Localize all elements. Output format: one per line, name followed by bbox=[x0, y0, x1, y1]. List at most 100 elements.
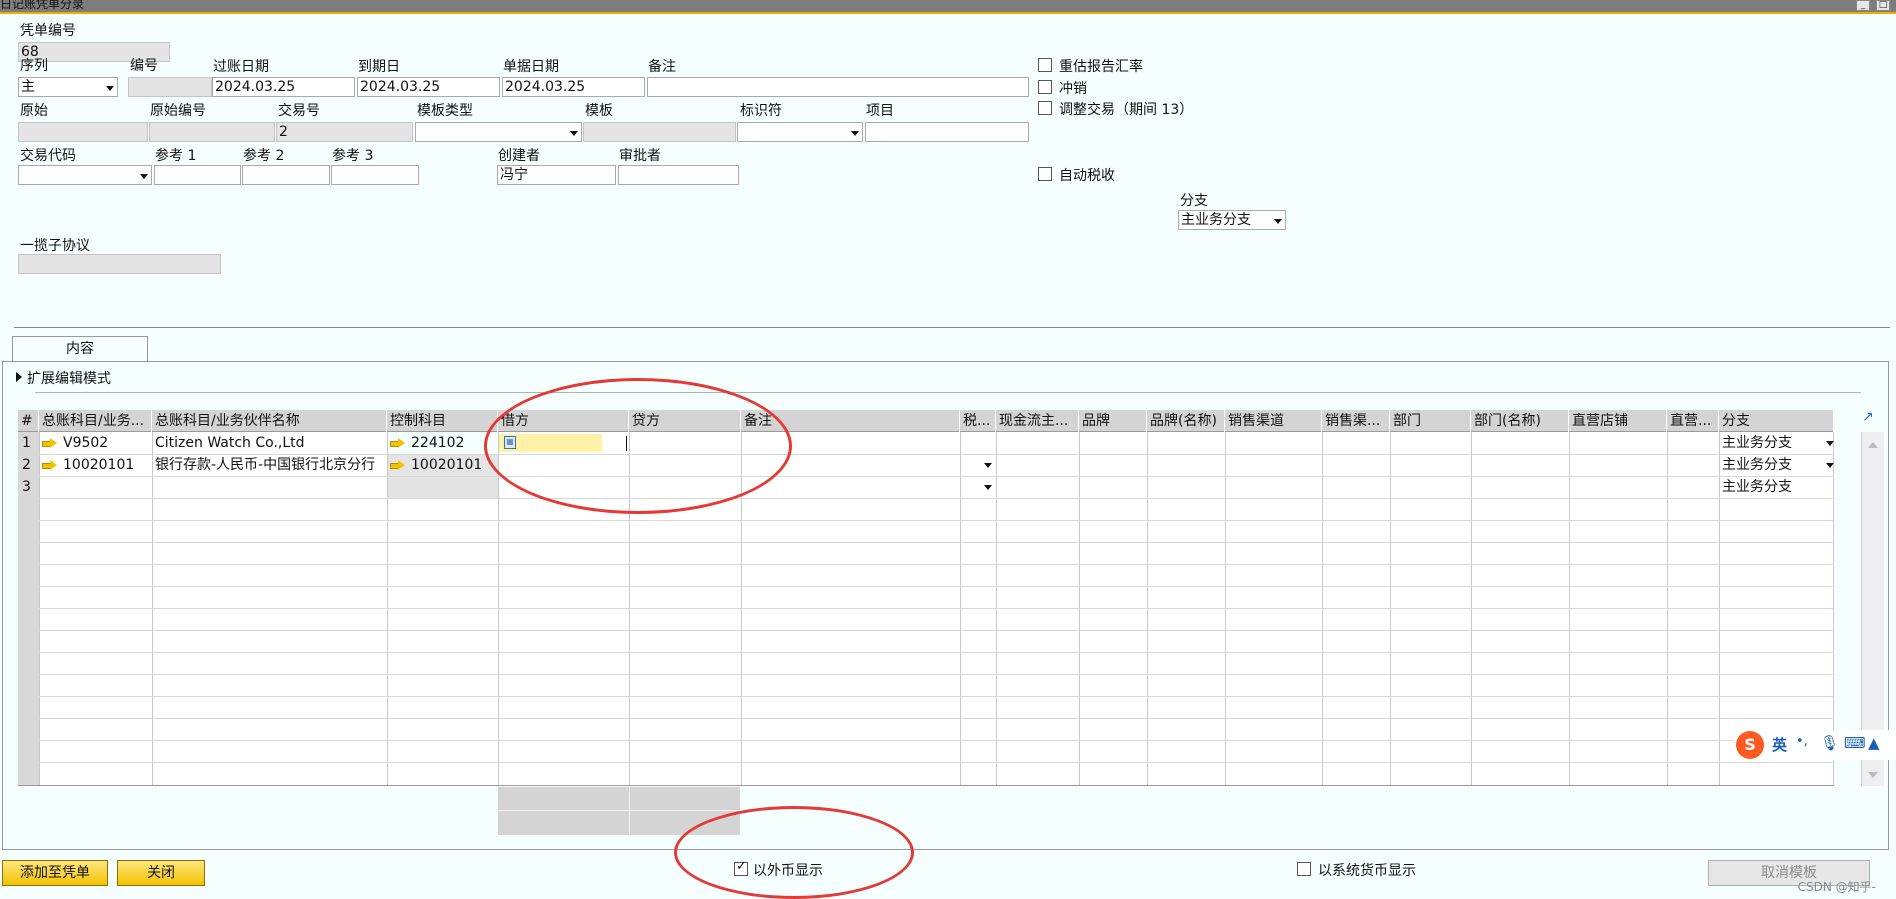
blanket-label: 一揽子协议 bbox=[20, 238, 90, 254]
table-row-control[interactable]: 224102 bbox=[390, 432, 464, 454]
col-header[interactable]: 直营店铺 bbox=[1569, 410, 1667, 432]
chevron-down-icon[interactable] bbox=[1826, 463, 1834, 468]
minimize-icon[interactable]: _ bbox=[1856, 0, 1870, 11]
scroll-up-icon[interactable] bbox=[1868, 442, 1878, 448]
row-number: 2 bbox=[22, 457, 31, 473]
col-header[interactable]: 控制科目 bbox=[387, 410, 498, 432]
link-arrow-icon[interactable] bbox=[390, 438, 405, 448]
col-header[interactable]: 品牌 bbox=[1079, 410, 1147, 432]
origin-no-field bbox=[149, 122, 275, 142]
chevron-down-icon[interactable] bbox=[984, 485, 992, 490]
add-to-voucher-button[interactable]: 添加至凭单 bbox=[2, 860, 108, 886]
journal-grid: # 总账科目/业务... 总账科目/业务伙伴名称 控制科目 借方 贷方 备注 税… bbox=[18, 410, 1834, 786]
link-arrow-icon[interactable] bbox=[42, 438, 57, 448]
posting-date-field[interactable]: 2024.03.25 bbox=[212, 77, 355, 97]
ref2-field[interactable] bbox=[242, 165, 330, 185]
section-separator bbox=[14, 327, 1890, 328]
table-row-branch[interactable]: 主业务分支 bbox=[1722, 454, 1792, 476]
origin-field bbox=[18, 122, 148, 142]
doc-date-field[interactable]: 2024.03.25 bbox=[502, 77, 645, 97]
branch-label: 分支 bbox=[1180, 193, 1208, 209]
chevron-down-icon[interactable] bbox=[1826, 441, 1834, 446]
link-arrow-icon[interactable] bbox=[42, 460, 57, 470]
template-label: 模板 bbox=[585, 103, 613, 119]
ref1-field[interactable] bbox=[154, 165, 241, 185]
project-field[interactable] bbox=[865, 122, 1029, 142]
col-header[interactable]: 总账科目/业务... bbox=[39, 410, 152, 432]
template-type-select[interactable] bbox=[415, 122, 582, 142]
trans-code-select[interactable] bbox=[18, 165, 152, 185]
revalue-checkbox[interactable] bbox=[1038, 58, 1052, 72]
creator-label: 创建者 bbox=[498, 148, 540, 164]
col-header[interactable]: 现金流主... bbox=[996, 410, 1079, 432]
watermark: CSDN @知乎- bbox=[1797, 880, 1876, 894]
annotation-oval bbox=[484, 378, 792, 514]
reverse-label: 冲销 bbox=[1059, 81, 1087, 97]
sc-display-checkbox[interactable] bbox=[1297, 862, 1311, 876]
row-number: 3 bbox=[22, 479, 31, 495]
auto-tax-checkbox[interactable] bbox=[1038, 167, 1052, 181]
ref3-field[interactable] bbox=[331, 165, 419, 185]
link-arrow-icon[interactable] bbox=[390, 460, 405, 470]
col-header[interactable]: 税... bbox=[960, 410, 996, 432]
table-row-branch[interactable]: 主业务分支 bbox=[1722, 476, 1792, 498]
table-row-account[interactable]: 10020101 bbox=[42, 454, 134, 476]
template-type-label: 模板类型 bbox=[417, 103, 473, 119]
project-label: 项目 bbox=[866, 103, 894, 119]
col-header[interactable]: 品牌(名称) bbox=[1147, 410, 1225, 432]
revalue-label: 重估报告汇率 bbox=[1059, 59, 1143, 75]
col-header[interactable]: 部门 bbox=[1390, 410, 1471, 432]
col-header[interactable]: 总账科目/业务伙伴名称 bbox=[152, 410, 387, 432]
skin-icon[interactable]: ▲ bbox=[1868, 734, 1880, 752]
table-row-account[interactable]: V9502 bbox=[42, 432, 108, 454]
row-number: 1 bbox=[22, 435, 31, 451]
expand-edit-label: 扩展编辑模式 bbox=[27, 371, 111, 387]
table-row-branch[interactable]: 主业务分支 bbox=[1722, 432, 1792, 454]
table-row-control[interactable]: 10020101 bbox=[390, 454, 482, 476]
col-header[interactable]: 分支 bbox=[1719, 410, 1834, 432]
annotation-oval bbox=[674, 806, 914, 899]
col-header[interactable]: 销售渠道 bbox=[1225, 410, 1322, 432]
due-date-label: 到期日 bbox=[358, 59, 400, 75]
voucher-no-label: 凭单编号 bbox=[20, 23, 76, 39]
col-header[interactable]: 直营... bbox=[1667, 410, 1719, 432]
keyboard-icon[interactable]: ⌨ bbox=[1844, 734, 1866, 752]
punctuation-icon[interactable]: •, bbox=[1796, 734, 1808, 749]
indicator-label: 标识符 bbox=[740, 103, 782, 119]
form-settings-icon[interactable]: ↗ bbox=[1862, 410, 1876, 424]
ime-toolbar[interactable]: S 英 •, 🎙 ⌨ ▲ bbox=[1734, 730, 1896, 760]
ref1-label: 参考 1 bbox=[155, 148, 197, 164]
maximize-icon[interactable]: □ bbox=[1876, 0, 1890, 11]
number-label: 编号 bbox=[130, 58, 158, 74]
approver-label: 审批者 bbox=[619, 148, 661, 164]
origin-label: 原始 bbox=[20, 103, 48, 119]
expand-triangle-icon bbox=[16, 372, 22, 382]
branch-select[interactable]: 主业务分支 bbox=[1178, 210, 1286, 230]
col-header[interactable]: # bbox=[18, 410, 39, 432]
ref2-label: 参考 2 bbox=[243, 148, 285, 164]
ime-lang[interactable]: 英 bbox=[1772, 734, 1787, 755]
remarks-field[interactable] bbox=[647, 77, 1029, 97]
indicator-select[interactable] bbox=[737, 122, 863, 142]
expand-divider bbox=[35, 392, 1861, 393]
scroll-down-icon[interactable] bbox=[1868, 772, 1878, 778]
sogou-logo-icon[interactable]: S bbox=[1736, 731, 1764, 759]
posting-date-label: 过账日期 bbox=[213, 59, 269, 75]
adjust-checkbox[interactable] bbox=[1038, 101, 1052, 115]
blanket-field bbox=[18, 254, 221, 274]
number-field bbox=[128, 77, 212, 97]
microphone-icon[interactable]: 🎙 bbox=[1820, 734, 1839, 752]
close-button[interactable]: 关闭 bbox=[117, 860, 205, 886]
tab-content[interactable]: 内容 bbox=[12, 336, 148, 362]
series-select[interactable]: 主 bbox=[18, 77, 118, 97]
expand-edit-mode[interactable]: 扩展编辑模式 bbox=[16, 368, 111, 388]
trans-no-field: 2 bbox=[276, 122, 413, 142]
col-header[interactable]: 部门(名称) bbox=[1471, 410, 1569, 432]
table-row-name[interactable]: Citizen Watch Co.,Ltd bbox=[155, 432, 305, 454]
creator-field: 冯宁 bbox=[497, 165, 616, 185]
chevron-down-icon[interactable] bbox=[984, 463, 992, 468]
col-header[interactable]: 销售渠... bbox=[1322, 410, 1390, 432]
due-date-field[interactable]: 2024.03.25 bbox=[357, 77, 500, 97]
reverse-checkbox[interactable] bbox=[1038, 80, 1052, 94]
table-row-name[interactable]: 银行存款-人民币-中国银行北京分行 bbox=[155, 454, 375, 476]
